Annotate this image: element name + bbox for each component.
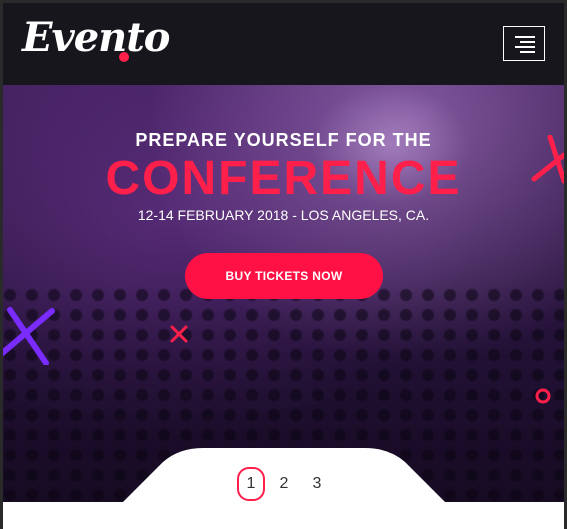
- hero-pre-title: PREPARE YOURSELF FOR THE: [135, 130, 432, 150]
- buy-tickets-button[interactable]: BUY TICKETS NOW: [185, 253, 383, 299]
- page-2-button[interactable]: 2: [270, 467, 298, 501]
- page-1-button[interactable]: 1: [237, 467, 265, 501]
- hamburger-menu-icon: [515, 36, 535, 56]
- hero-banner: PREPARE YOURSELF FOR THE CONFERENCE 12-1…: [0, 85, 567, 502]
- menu-button[interactable]: [503, 26, 545, 61]
- purple-x-decoration-icon: [0, 307, 55, 365]
- hero-date-location: 12-14 FEBRUARY 2018 - LOS ANGELES, CA.: [137, 207, 430, 223]
- red-x-small-decoration-icon: [170, 325, 188, 343]
- hero-title: CONFERENCE: [105, 152, 462, 205]
- site-header: Evento: [0, 0, 567, 85]
- red-ring-decoration-icon: [535, 388, 551, 404]
- page-3-button[interactable]: 3: [303, 467, 331, 501]
- logo-dot: [119, 52, 129, 62]
- logo[interactable]: Evento: [22, 14, 170, 61]
